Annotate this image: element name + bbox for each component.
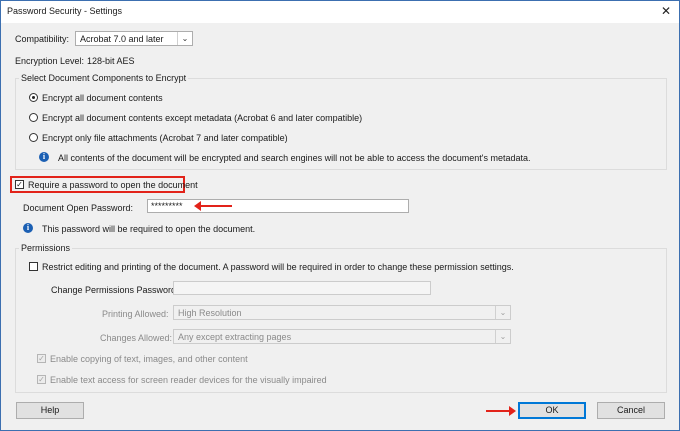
changes-allowed-value: Any except extracting pages bbox=[178, 332, 292, 342]
encryption-level-value: 128-bit AES bbox=[87, 56, 135, 66]
window-title: Password Security - Settings bbox=[7, 6, 123, 16]
change-permissions-password-input[interactable] bbox=[173, 281, 431, 295]
radio-encrypt-attachments[interactable] bbox=[29, 133, 38, 142]
printing-allowed-label: Printing Allowed: bbox=[102, 309, 169, 319]
red-arrow-indicator bbox=[486, 406, 516, 416]
printing-allowed-select[interactable]: High Resolution ⌄ bbox=[173, 305, 511, 320]
radio-encrypt-except-metadata[interactable] bbox=[29, 113, 38, 122]
info-icon: i bbox=[23, 223, 33, 233]
radio-encrypt-all-label[interactable]: Encrypt all document contents bbox=[42, 93, 163, 103]
compatibility-label: Compatibility: bbox=[15, 34, 70, 44]
encrypt-info-text: All contents of the document will be enc… bbox=[58, 153, 531, 163]
permissions-legend: Permissions bbox=[19, 243, 73, 253]
radio-encrypt-attachments-label[interactable]: Encrypt only file attachments (Acrobat 7… bbox=[42, 133, 288, 143]
help-button[interactable]: Help bbox=[16, 402, 84, 419]
open-password-info-text: This password will be required to open t… bbox=[42, 224, 256, 234]
open-password-value: ********* bbox=[151, 201, 183, 211]
open-password-input[interactable]: ********* bbox=[147, 199, 409, 213]
red-arrow-indicator bbox=[194, 201, 232, 211]
chevron-down-icon: ⌄ bbox=[495, 330, 510, 343]
require-open-password-checkbox[interactable]: ✓ bbox=[15, 180, 24, 189]
radio-encrypt-all[interactable] bbox=[29, 93, 38, 102]
enable-screen-reader-checkbox[interactable]: ✓ bbox=[37, 375, 46, 384]
enable-copying-label: Enable copying of text, images, and othe… bbox=[50, 354, 248, 364]
printing-allowed-value: High Resolution bbox=[178, 308, 242, 318]
restrict-editing-label[interactable]: Restrict editing and printing of the doc… bbox=[42, 262, 514, 272]
change-permissions-password-label: Change Permissions Password: bbox=[51, 285, 179, 295]
enable-copying-checkbox[interactable]: ✓ bbox=[37, 354, 46, 363]
compatibility-select[interactable]: Acrobat 7.0 and later ⌄ bbox=[75, 31, 193, 46]
changes-allowed-label: Changes Allowed: bbox=[100, 333, 173, 343]
enable-screen-reader-label: Enable text access for screen reader dev… bbox=[50, 375, 327, 385]
restrict-editing-checkbox[interactable] bbox=[29, 262, 38, 271]
info-icon: i bbox=[39, 152, 49, 162]
dialog-window: Password Security - Settings ✕ Compatibi… bbox=[0, 0, 680, 431]
ok-button[interactable]: OK bbox=[518, 402, 586, 419]
require-open-password-label[interactable]: Require a password to open the document bbox=[28, 180, 198, 190]
changes-allowed-select[interactable]: Any except extracting pages ⌄ bbox=[173, 329, 511, 344]
chevron-down-icon: ⌄ bbox=[495, 306, 510, 319]
compatibility-value: Acrobat 7.0 and later bbox=[80, 34, 164, 44]
chevron-down-icon: ⌄ bbox=[177, 32, 192, 45]
cancel-button[interactable]: Cancel bbox=[597, 402, 665, 419]
close-icon[interactable]: ✕ bbox=[661, 4, 671, 18]
title-bar: Password Security - Settings ✕ bbox=[1, 1, 679, 23]
encrypt-components-legend: Select Document Components to Encrypt bbox=[19, 73, 189, 83]
radio-encrypt-except-metadata-label[interactable]: Encrypt all document contents except met… bbox=[42, 113, 362, 123]
encryption-level-label: Encryption Level: bbox=[15, 56, 85, 66]
open-password-label: Document Open Password: bbox=[23, 203, 134, 213]
